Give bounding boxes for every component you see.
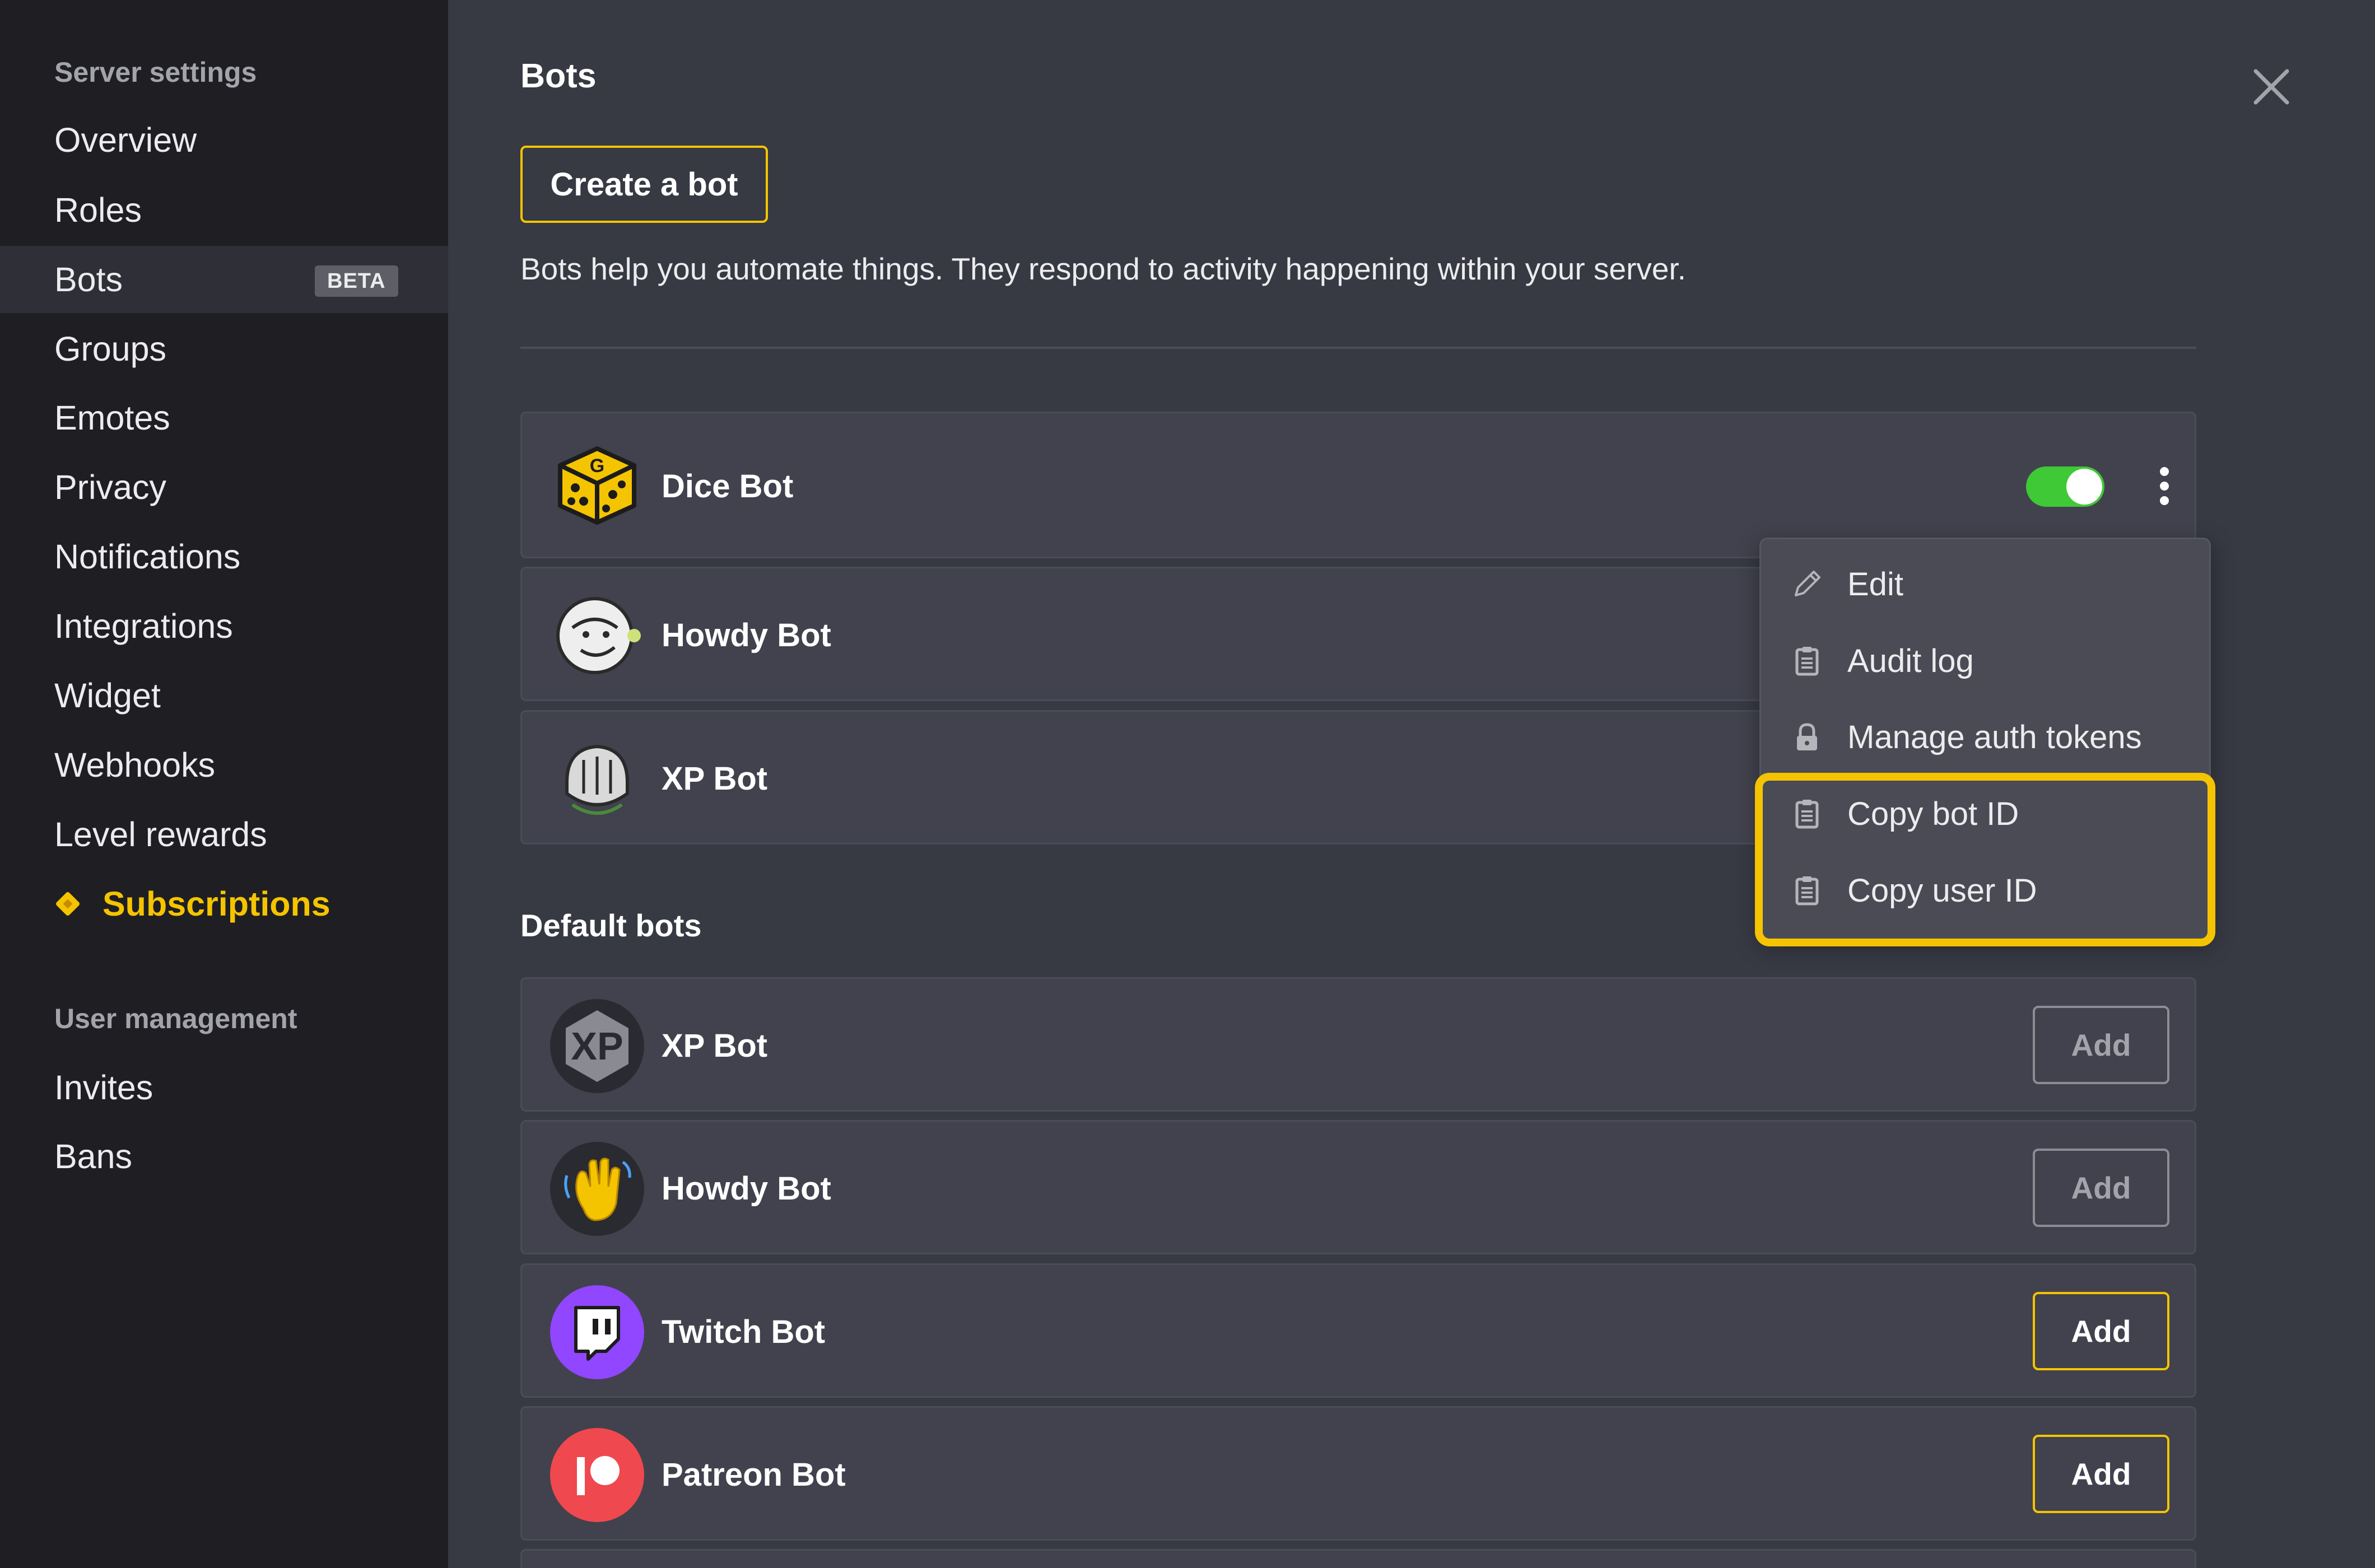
clipboard-icon [1789, 643, 1825, 679]
default-bots-heading: Default bots [520, 908, 702, 943]
sidebar-item-groups[interactable]: Groups [0, 315, 448, 382]
patreon-icon [550, 1428, 644, 1522]
default-bot-card-howdy: Howdy Bot Add [520, 1120, 2196, 1254]
default-bot-card-twitch: Twitch Bot Add [520, 1263, 2196, 1398]
wave-icon [550, 1142, 644, 1236]
sidebar-item-webhooks[interactable]: Webhooks [0, 731, 448, 799]
svg-text:G: G [590, 455, 604, 477]
xp-icon: XP [550, 999, 644, 1093]
copy-ids-highlight [1755, 773, 2215, 946]
pencil-icon [1789, 566, 1825, 602]
sidebar-item-label: Emotes [54, 399, 170, 437]
sidebar-item-label: Webhooks [54, 746, 216, 784]
sidebar-item-overview[interactable]: Overview [0, 106, 448, 174]
sidebar-item-level-rewards[interactable]: Level rewards [0, 801, 448, 868]
default-bot-card-patreon: Patreon Bot Add [520, 1406, 2196, 1541]
knight-avatar-icon [550, 732, 644, 826]
sidebar-item-bots[interactable]: Bots BETA [0, 246, 448, 313]
add-patreon-bot-button[interactable]: Add [2033, 1435, 2169, 1513]
sidebar-item-invites[interactable]: Invites [0, 1054, 448, 1121]
diamond-icon [54, 890, 81, 917]
menu-item-edit[interactable]: Edit [1761, 548, 2213, 620]
sidebar-item-label: Level rewards [54, 815, 267, 853]
sidebar-item-bans[interactable]: Bans [0, 1123, 448, 1190]
bot-card-dice[interactable]: G Dice Bot [520, 412, 2196, 558]
menu-item-audit-log[interactable]: Audit log [1761, 624, 2213, 697]
sidebar-item-roles[interactable]: Roles [0, 176, 448, 244]
svg-text:XP: XP [571, 1024, 623, 1068]
sidebar-item-label: Widget [54, 676, 161, 715]
default-bot-card-xp: XP XP Bot Add [520, 977, 2196, 1112]
sidebar-item-privacy[interactable]: Privacy [0, 454, 448, 521]
menu-item-label: Edit [1847, 566, 1903, 603]
settings-sidebar: Server settings Overview Roles Bots BETA… [0, 0, 448, 1568]
sidebar-item-label: Roles [54, 191, 142, 229]
sidebar-item-label: Bots [54, 260, 123, 298]
page-title: Bots [520, 57, 597, 95]
default-bot-card-partial [520, 1549, 2196, 1568]
dice-icon: G [550, 438, 644, 533]
bot-name: XP Bot [662, 760, 768, 797]
bots-description: Bots help you automate things. They resp… [520, 251, 1687, 286]
twitch-icon [550, 1285, 644, 1379]
sidebar-item-label: Integrations [54, 607, 233, 645]
create-bot-button[interactable]: Create a bot [520, 146, 768, 223]
add-howdy-bot-button[interactable]: Add [2033, 1149, 2169, 1227]
menu-item-manage-auth-tokens[interactable]: Manage auth tokens [1761, 701, 2213, 773]
sidebar-item-label: Privacy [54, 468, 166, 506]
bot-name: Howdy Bot [662, 617, 831, 654]
bot-name: Patreon Bot [662, 1457, 846, 1493]
sidebar-item-integrations[interactable]: Integrations [0, 592, 448, 660]
menu-item-label: Manage auth tokens [1847, 718, 2142, 755]
lock-icon [1789, 719, 1825, 755]
toggle-knob [2066, 469, 2102, 505]
add-xp-bot-button[interactable]: Add [2033, 1006, 2169, 1084]
sidebar-item-label: Notifications [54, 538, 241, 576]
bot-enabled-toggle[interactable] [2026, 466, 2104, 507]
divider [520, 347, 2196, 349]
howdy-avatar-icon [550, 589, 644, 683]
sidebar-item-label: Groups [54, 330, 167, 368]
sidebar-item-notifications[interactable]: Notifications [0, 523, 448, 590]
sidebar-item-label: Subscriptions [103, 885, 330, 923]
server-settings-heading: Server settings [54, 57, 257, 88]
close-icon[interactable] [2249, 64, 2294, 109]
user-management-heading: User management [54, 1003, 297, 1034]
bot-name: Twitch Bot [662, 1314, 826, 1350]
add-twitch-bot-button[interactable]: Add [2033, 1292, 2169, 1370]
sidebar-item-emotes[interactable]: Emotes [0, 384, 448, 451]
sidebar-item-subscriptions[interactable]: Subscriptions [0, 870, 448, 937]
bot-name: Howdy Bot [662, 1170, 831, 1207]
menu-item-label: Audit log [1847, 642, 1974, 679]
sidebar-item-widget[interactable]: Widget [0, 662, 448, 729]
sidebar-item-label: Overview [54, 121, 197, 159]
sidebar-item-label: Invites [54, 1068, 153, 1107]
more-options-icon[interactable] [2153, 464, 2176, 508]
sidebar-item-label: Bans [54, 1137, 133, 1175]
bot-name: XP Bot [662, 1028, 768, 1064]
beta-badge: BETA [315, 265, 398, 297]
bot-name: Dice Bot [662, 468, 794, 505]
